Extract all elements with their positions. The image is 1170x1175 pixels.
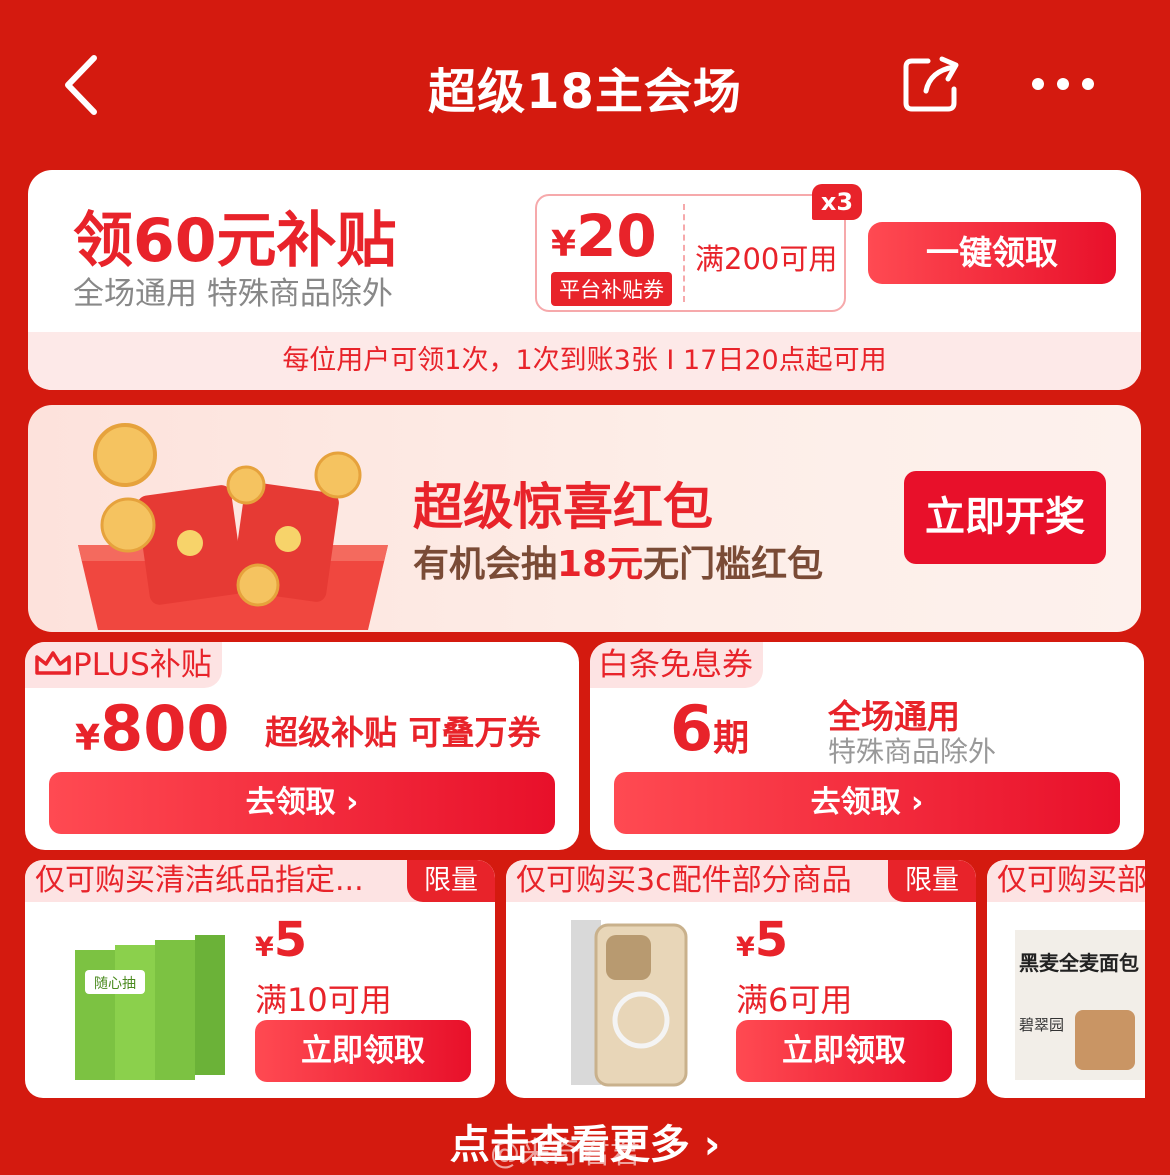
coupon-header: 仅可购买部: [987, 860, 1145, 902]
plus-subsidy-card: PLUS补贴 ¥800 超级补贴 可叠万券 去领取 ›: [25, 642, 579, 850]
baitiao-tab: 白条免息券: [590, 642, 763, 688]
coupon-card: 仅可购买3c配件部分商品 限量 ¥5 满6可用 立即领取: [506, 860, 976, 1098]
red-packet-title: 超级惊喜红包: [413, 478, 713, 536]
red-envelope-gift-icon: [78, 423, 388, 630]
open-prize-button[interactable]: 立即开奖: [904, 471, 1106, 564]
coupon-amount: ¥5: [736, 912, 789, 968]
more-dots-icon: [1032, 78, 1094, 90]
subsidy-title: 领60元补贴: [73, 206, 397, 276]
crown-icon: [35, 651, 71, 675]
coupon-condition: 满6可用: [736, 981, 853, 1019]
share-button[interactable]: [900, 55, 962, 115]
plus-description: 超级补贴 可叠万券: [265, 713, 541, 752]
coupon-amount: ¥20: [551, 202, 657, 270]
limited-badge: 限量: [888, 860, 976, 902]
plus-claim-button[interactable]: 去领取 ›: [49, 772, 555, 834]
subsidy-footer-note: 每位用户可领1次，1次到账3张 I 17日20点起可用: [28, 332, 1141, 390]
plus-tab: PLUS补贴: [25, 642, 222, 688]
coupon-amount: ¥5: [255, 912, 308, 968]
subsidy-card: 领60元补贴 全场通用 特殊商品除外 ¥20 平台补贴券 满200可用 x3 一…: [28, 170, 1141, 390]
svg-text:随心抽: 随心抽: [94, 976, 136, 992]
coupon-title: 仅可购买3c配件部分商品: [516, 863, 852, 898]
coupon-header: 仅可购买清洁纸品指定... 限量: [25, 860, 495, 902]
coupon-title: 仅可购买部: [997, 863, 1145, 898]
coupon-title: 仅可购买清洁纸品指定...: [35, 863, 364, 898]
svg-text:碧翠园: 碧翠园: [1019, 1016, 1064, 1034]
subsidy-subtitle: 全场通用 特殊商品除外: [73, 276, 393, 312]
baitiao-exclusion: 特殊商品除外: [828, 735, 997, 768]
platform-coupon: ¥20 平台补贴券 满200可用: [535, 194, 846, 312]
claim-all-button[interactable]: 一键领取: [868, 222, 1116, 284]
share-icon: [903, 56, 959, 112]
watermark: @来奇君君: [490, 1136, 640, 1171]
coupon-card: 仅可购买部 黑麦全麦面包 碧翠园: [987, 860, 1145, 1098]
phone-case-product-image: [571, 920, 688, 1087]
baitiao-coupon-card: 白条免息券 6期 全场通用 特殊商品除外 去领取 ›: [590, 642, 1144, 850]
tissue-product-image: 随心抽: [75, 935, 225, 1080]
coupon-tag: 平台补贴券: [551, 272, 672, 306]
coupon-card: 仅可购买清洁纸品指定... 限量 随心抽 ¥5 满10可用 立即领取: [25, 860, 495, 1098]
coupon-claim-button[interactable]: 立即领取: [255, 1020, 471, 1082]
svg-text:黑麦全麦面包: 黑麦全麦面包: [1019, 951, 1139, 975]
coupon-claim-button[interactable]: 立即领取: [736, 1020, 952, 1082]
plus-amount: ¥800: [75, 692, 230, 765]
more-menu-button[interactable]: [1028, 62, 1098, 102]
coupon-condition: 满10可用: [255, 981, 392, 1019]
coupon-divider: [683, 204, 685, 302]
baitiao-claim-button[interactable]: 去领取 ›: [614, 772, 1120, 834]
red-packet-banner[interactable]: 超级惊喜红包 有机会抽18元无门槛红包 立即开奖: [28, 405, 1141, 632]
limited-badge: 限量: [407, 860, 495, 902]
baitiao-installments: 6期: [670, 692, 750, 765]
bread-product-image: 黑麦全麦面包 碧翠园: [1015, 930, 1145, 1080]
multiplier-badge: x3: [812, 184, 862, 220]
coupon-header: 仅可购买3c配件部分商品 限量: [506, 860, 976, 902]
page-title: 超级18主会场: [428, 64, 742, 120]
red-packet-subtitle: 有机会抽18元无门槛红包: [413, 544, 824, 585]
coupon-condition: 满200可用: [695, 242, 838, 276]
